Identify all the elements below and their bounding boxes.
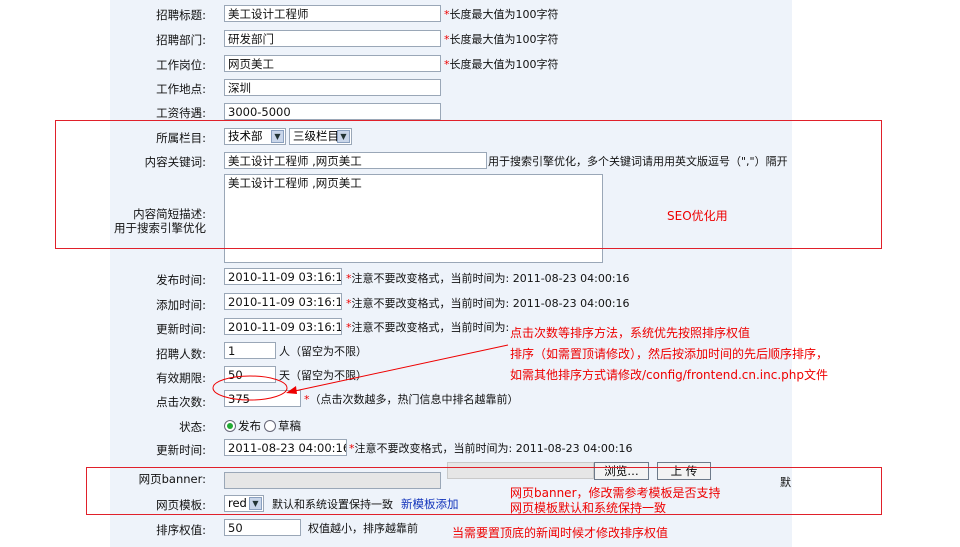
annotation-arrow-line <box>289 344 509 393</box>
banner-highlight-box <box>86 467 882 515</box>
banner-annotation-line2: 网页模板默认和系统保持一致 <box>510 501 667 515</box>
sort-annotation: 当需要置顶底的新闻时候才修改排序权值 <box>452 526 669 540</box>
arrow-head-icon <box>286 386 297 394</box>
annotation-arrow-layer <box>212 344 509 401</box>
clicks-highlight-ellipse <box>212 375 288 401</box>
